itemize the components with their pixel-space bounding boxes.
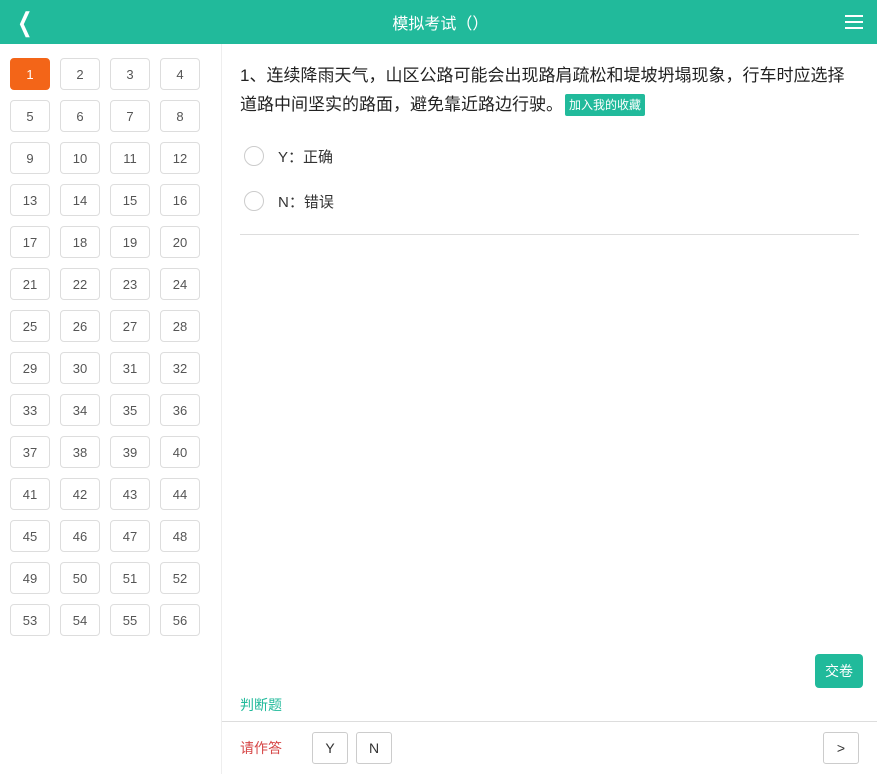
question-nav-item[interactable]: 15 [110,184,150,216]
question-nav-item[interactable]: 31 [110,352,150,384]
question-nav-item[interactable]: 40 [160,436,200,468]
question-nav-item[interactable]: 5 [10,100,50,132]
radio-icon [244,146,264,166]
question-text: 1、连续降雨天气，山区公路可能会出现路肩疏松和堤坡坍塌现象，行车时应选择道路中间… [240,62,859,120]
question-nav-item[interactable]: 32 [160,352,200,384]
question-nav-item[interactable]: 37 [10,436,50,468]
answer-bar: 请作答 YN > [222,721,877,774]
question-nav-item[interactable]: 44 [160,478,200,510]
main-panel: 1、连续降雨天气，山区公路可能会出现路肩疏松和堤坡坍塌现象，行车时应选择道路中间… [222,44,877,774]
options-list: Y：正确 N：错误 [240,134,859,224]
question-nav-item[interactable]: 8 [160,100,200,132]
question-nav-item[interactable]: 21 [10,268,50,300]
question-nav-item[interactable]: 43 [110,478,150,510]
body: 1234567891011121314151617181920212223242… [0,44,877,774]
question-nav-item[interactable]: 14 [60,184,100,216]
question-nav-item[interactable]: 29 [10,352,50,384]
option-row[interactable]: N：错误 [240,179,859,224]
divider [240,234,859,235]
question-nav-item[interactable]: 42 [60,478,100,510]
question-nav-item[interactable]: 48 [160,520,200,552]
question-nav-item[interactable]: 26 [60,310,100,342]
radio-icon [244,191,264,211]
question-nav-item[interactable]: 9 [10,142,50,174]
question-nav-item[interactable]: 27 [110,310,150,342]
question-nav-item[interactable]: 23 [110,268,150,300]
question-nav-item[interactable]: 18 [60,226,100,258]
question-nav-item[interactable]: 54 [60,604,100,636]
page-title: 模拟考试（） [392,10,488,34]
answer-choice-button[interactable]: Y [312,732,348,764]
submit-button[interactable]: 交卷 [815,654,863,688]
question-nav-item[interactable]: 30 [60,352,100,384]
question-nav-item[interactable]: 22 [60,268,100,300]
question-nav-item[interactable]: 24 [160,268,200,300]
answer-prompt: 请作答 [240,738,282,758]
question-nav-item[interactable]: 17 [10,226,50,258]
question-nav-item[interactable]: 12 [160,142,200,174]
question-nav-item[interactable]: 10 [60,142,100,174]
question-nav-item[interactable]: 46 [60,520,100,552]
question-nav-item[interactable]: 28 [160,310,200,342]
question-nav-item[interactable]: 1 [10,58,50,90]
question-nav-item[interactable]: 34 [60,394,100,426]
question-nav-item[interactable]: 7 [110,100,150,132]
answer-buttons-group: YN [312,732,392,764]
question-area: 1、连续降雨天气，山区公路可能会出现路肩疏松和堤坡坍塌现象，行车时应选择道路中间… [222,44,877,695]
question-nav-item[interactable]: 3 [110,58,150,90]
question-nav-item[interactable]: 41 [10,478,50,510]
question-nav-item[interactable]: 35 [110,394,150,426]
question-body: 连续降雨天气，山区公路可能会出现路肩疏松和堤坡坍塌现象，行车时应选择道路中间坚实… [240,66,844,114]
menu-icon[interactable] [845,11,863,33]
next-button[interactable]: > [823,732,859,764]
question-nav-item[interactable]: 50 [60,562,100,594]
question-nav-item[interactable]: 20 [160,226,200,258]
question-nav-item[interactable]: 52 [160,562,200,594]
option-label: Y：正确 [278,146,333,167]
answer-choice-button[interactable]: N [356,732,392,764]
favorite-button[interactable]: 加入我的收藏 [565,94,645,116]
question-nav-item[interactable]: 51 [110,562,150,594]
question-nav-item[interactable]: 38 [60,436,100,468]
question-nav-item[interactable]: 19 [110,226,150,258]
question-nav-item[interactable]: 33 [10,394,50,426]
question-nav-item[interactable]: 47 [110,520,150,552]
question-number: 1 [240,66,249,85]
question-nav-item[interactable]: 25 [10,310,50,342]
question-nav-item[interactable]: 2 [60,58,100,90]
question-nav-item[interactable]: 45 [10,520,50,552]
question-nav-item[interactable]: 49 [10,562,50,594]
option-label: N：错误 [278,191,334,212]
question-nav-item[interactable]: 4 [160,58,200,90]
question-nav-item[interactable]: 16 [160,184,200,216]
back-icon[interactable]: ❮ [17,9,32,35]
question-nav-item[interactable]: 36 [160,394,200,426]
question-nav-item[interactable]: 13 [10,184,50,216]
question-nav-sidebar[interactable]: 1234567891011121314151617181920212223242… [0,44,222,774]
question-nav-item[interactable]: 6 [60,100,100,132]
app-header: ❮ 模拟考试（） [0,0,877,44]
question-nav-item[interactable]: 55 [110,604,150,636]
question-nav-item[interactable]: 39 [110,436,150,468]
question-nav-item[interactable]: 53 [10,604,50,636]
question-type-label: 判断题 [222,695,877,721]
question-nav-item[interactable]: 56 [160,604,200,636]
question-nav-item[interactable]: 11 [110,142,150,174]
question-number-grid: 1234567891011121314151617181920212223242… [10,58,221,636]
option-row[interactable]: Y：正确 [240,134,859,179]
